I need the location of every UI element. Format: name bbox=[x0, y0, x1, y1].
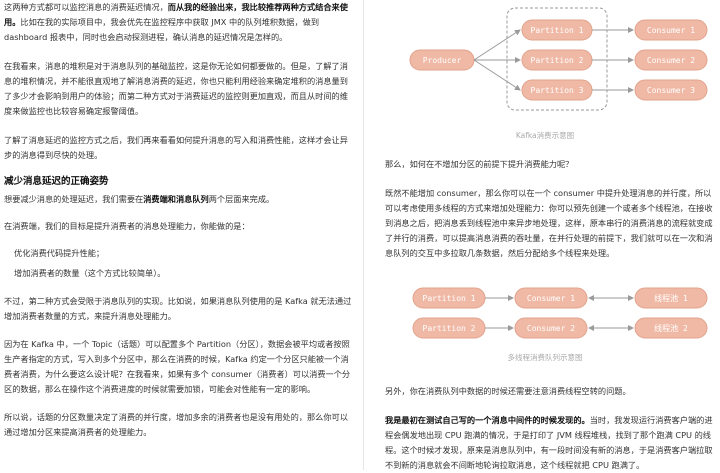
paragraph-right-3: 我是最初在测试自己写的一个消息中间件的时候发现的。当时，我发现运行消费客户端的进… bbox=[385, 415, 713, 470]
kafka-consumption-diagram: Producer Partition 1 Partition 2 Partition… bbox=[409, 7, 708, 111]
thread-pool-box-label: 线程池 1 bbox=[654, 293, 688, 303]
thread-pool-box-label: 线程池 2 bbox=[654, 323, 688, 333]
consumer-box-label: Consumer 1 bbox=[527, 294, 575, 303]
consumer-box: Consumer 1 bbox=[634, 19, 708, 41]
article-page: 这两种方式都可以监控消息的消费延迟情况，而从我的经验出来，我比较推荐两种方式结合… bbox=[0, 0, 720, 470]
partition-box: Partition 1 bbox=[412, 287, 486, 309]
flow-arrow bbox=[473, 29, 521, 61]
consumer-box-label: Consumer 2 bbox=[647, 56, 695, 65]
paragraph-2: 在我看来，消息的堆积是对于消息队列的基础监控，这是你无论如何都要做的。但是，了解… bbox=[4, 61, 348, 116]
producer-box: Producer bbox=[409, 49, 475, 71]
partition-box: Partition 3 bbox=[521, 79, 593, 101]
consumer-box-label: Consumer 1 bbox=[647, 26, 695, 35]
consumer-box: Consumer 2 bbox=[514, 317, 588, 339]
partition-box-label: Partition 1 bbox=[423, 294, 476, 303]
consumer-box-label: Consumer 2 bbox=[527, 324, 575, 333]
partition-box-label: Partition 3 bbox=[531, 86, 584, 95]
paragraph-7: 因为在 Kafka 中，一个 Topic（话题）可以配置多个 Partition… bbox=[4, 339, 351, 394]
paragraph-right-2: 另外，你在消费队列中数据的时候还需要注意消费线程空转的问题。 bbox=[385, 386, 631, 396]
right-column-top: 那么，如何在不增加分区的前提下提升消费能力呢？ 既然不能增加 consumer，… bbox=[385, 157, 715, 261]
partition-box-label: Partition 1 bbox=[531, 26, 584, 35]
column-divider bbox=[363, 0, 364, 470]
consumer-box-label: Consumer 3 bbox=[647, 86, 695, 95]
question-line: 那么，如何在不增加分区的前提下提升消费能力呢？ bbox=[385, 159, 574, 169]
paragraph-8: 所以说，话题的分区数量决定了消费的并行度，增加多余的消费者也是没有用处的，那么你… bbox=[4, 412, 348, 437]
partition-box-label: Partition 2 bbox=[423, 324, 476, 333]
consumer-box: Consumer 3 bbox=[634, 79, 708, 101]
multithread-consumption-diagram: Partition 1 Consumer 1 线程池 1 Partition 2 Con… bbox=[412, 287, 708, 339]
producer-label: Producer bbox=[423, 56, 462, 65]
paragraph-right-1: 既然不能增加 consumer，那么你可以在一个 consumer 中提升处理消… bbox=[385, 188, 713, 258]
partition-box-label: Partition 2 bbox=[531, 56, 584, 65]
section-heading: 减少消息延迟的正确姿势 bbox=[4, 176, 109, 187]
partition-box: Partition 1 bbox=[521, 19, 593, 41]
paragraph-6: 不过，第二种方式会受限于消息队列的实现。比如说，如果消息队列使用的是 Kafka… bbox=[4, 296, 352, 321]
consumer-box: Consumer 1 bbox=[514, 287, 588, 309]
diagram1-caption: Kafka消费示意图 bbox=[515, 131, 575, 140]
paragraph-4: 想要减少消息的处理延迟，我们需要在消费端和消息队列两个层面来完成。 bbox=[4, 194, 275, 204]
consumer-box: Consumer 2 bbox=[634, 49, 708, 71]
left-column: 这两种方式都可以监控消息的消费延迟情况，而从我的经验出来，我比较推荐两种方式结合… bbox=[4, 0, 356, 440]
list-item: 优化消费代码提升性能； bbox=[14, 248, 105, 258]
paragraph-5: 在消费端，我们的目标是提升消费者的消息处理能力，你能做的是： bbox=[4, 221, 250, 231]
partition-box: Partition 2 bbox=[412, 317, 486, 339]
flow-arrow bbox=[473, 59, 521, 91]
diagram2-caption: 多线程消费队列示意图 bbox=[507, 353, 583, 362]
paragraph-3: 了解了消息延迟的监控方式之后，我们再来看看如何提升消息的写入和消费性能，这样才会… bbox=[4, 135, 348, 160]
thread-pool-box: 线程池 1 bbox=[634, 287, 708, 309]
list-item: 增加消费者的数量（这个方式比较简单）。 bbox=[14, 268, 166, 278]
partition-box: Partition 2 bbox=[521, 49, 593, 71]
paragraph-1: 这两种方式都可以监控消息的消费延迟情况，而从我的经验出来，我比较推荐两种方式结合… bbox=[4, 2, 348, 42]
thread-pool-box: 线程池 2 bbox=[634, 317, 708, 339]
right-column-bottom: 另外，你在消费队列中数据的时候还需要注意消费线程空转的问题。 我是最初在测试自己… bbox=[385, 384, 715, 473]
